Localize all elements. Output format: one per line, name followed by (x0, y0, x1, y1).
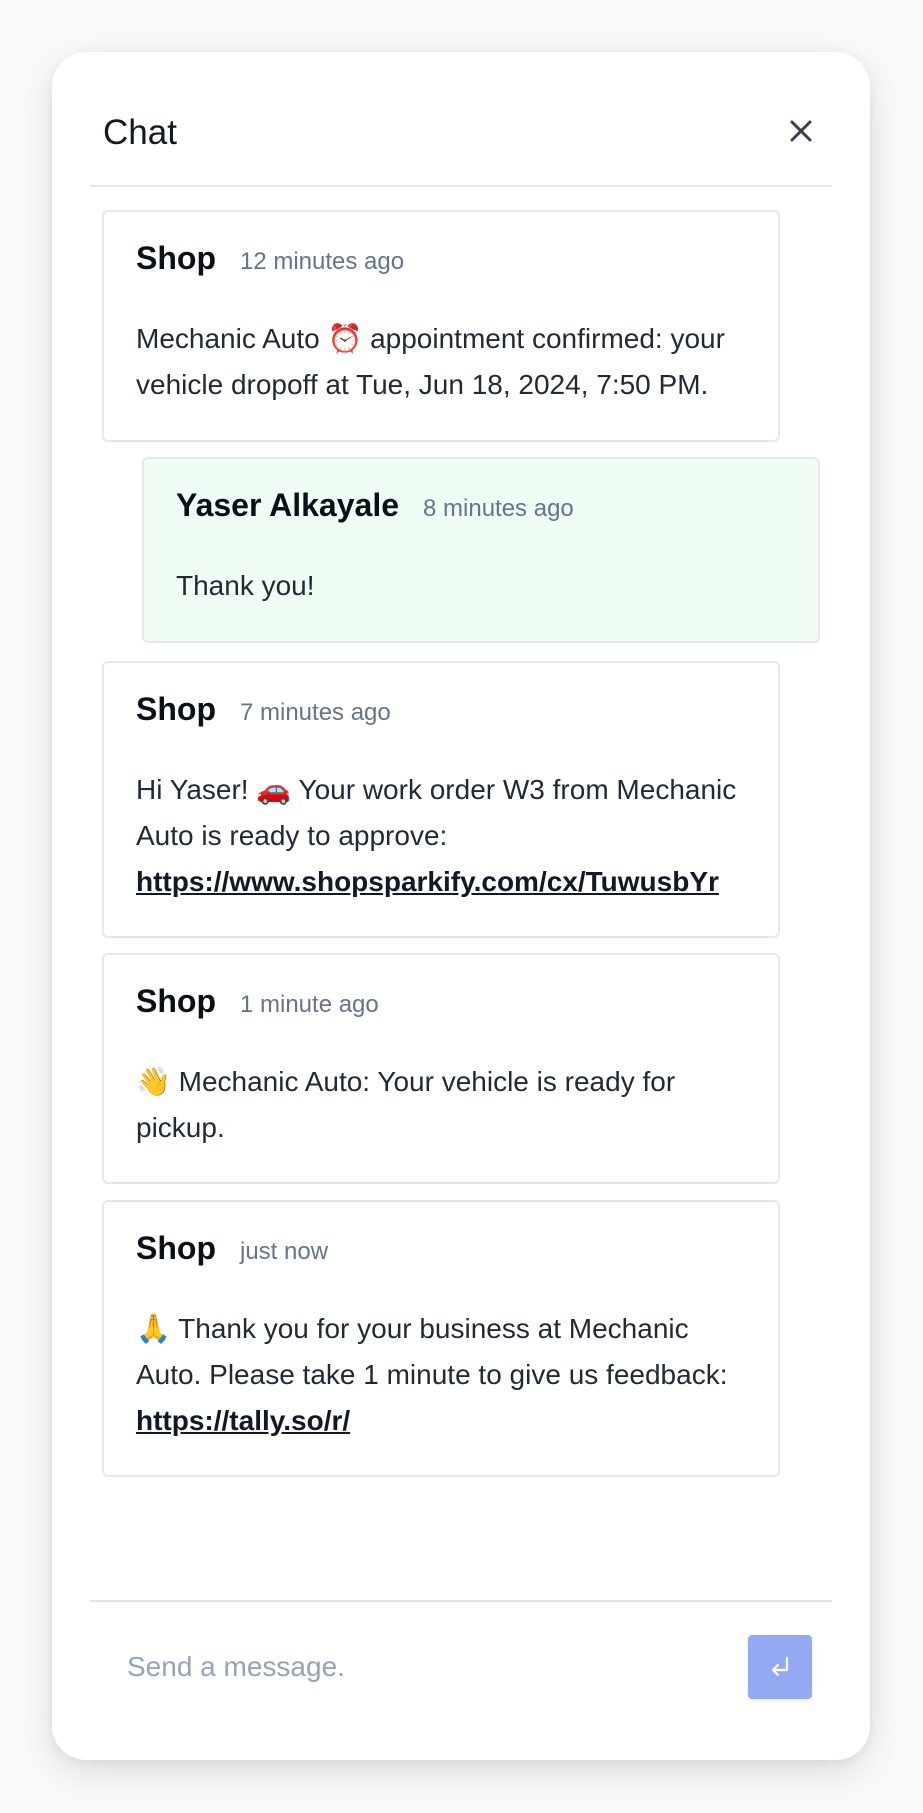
message-item: Shop just now 🙏 Thank you for your busin… (102, 1200, 780, 1477)
message-text: Thank you! (176, 570, 315, 601)
message-text: Mechanic Auto ⏰ appointment confirmed: y… (136, 323, 725, 400)
message-text: 👋 Mechanic Auto: Your vehicle is ready f… (136, 1066, 676, 1143)
composer (90, 1600, 832, 1760)
message-item: Yaser Alkayale 8 minutes ago Thank you! (142, 457, 820, 643)
message-link[interactable]: https://tally.so/r/ (136, 1405, 350, 1436)
message-sender: Yaser Alkayale (176, 487, 399, 523)
chat-title: Chat (103, 113, 177, 152)
message-text: Hi Yaser! 🚗 Your work order W3 from Mech… (136, 767, 746, 905)
send-button[interactable] (748, 1635, 812, 1699)
close-icon (790, 120, 812, 142)
message-item: Shop 7 minutes ago Hi Yaser! 🚗 Your work… (102, 661, 780, 938)
message-text: 🙏 Thank you for your business at Mechani… (136, 1306, 746, 1444)
message-time: 7 minutes ago (239, 699, 391, 726)
chat-panel: Chat Shop 12 minutes ago Mechanic Auto ⏰… (52, 52, 870, 1760)
return-icon (771, 1656, 789, 1677)
close-button[interactable] (784, 114, 818, 148)
chat-header: Chat (90, 52, 832, 187)
message-link[interactable]: https://www.shopsparkify.com/cx/TuwusbYr (136, 866, 719, 897)
message-sender: Shop (136, 983, 216, 1019)
message-item: Shop 1 minute ago 👋 Mechanic Auto: Your … (102, 953, 780, 1184)
message-sender: Shop (136, 691, 216, 727)
message-time: just now (239, 1238, 329, 1265)
message-text-content: 🙏 Thank you for your business at Mechani… (136, 1313, 728, 1390)
message-sender: Shop (136, 240, 216, 276)
message-sender: Shop (136, 1230, 216, 1266)
message-time: 8 minutes ago (423, 495, 574, 522)
message-time: 12 minutes ago (239, 248, 405, 275)
message-text-content: Hi Yaser! 🚗 Your work order W3 from Mech… (136, 774, 737, 851)
message-time: 1 minute ago (239, 991, 379, 1018)
message-input[interactable] (90, 1632, 690, 1702)
message-item: Shop 12 minutes ago Mechanic Auto ⏰ appo… (102, 210, 780, 442)
